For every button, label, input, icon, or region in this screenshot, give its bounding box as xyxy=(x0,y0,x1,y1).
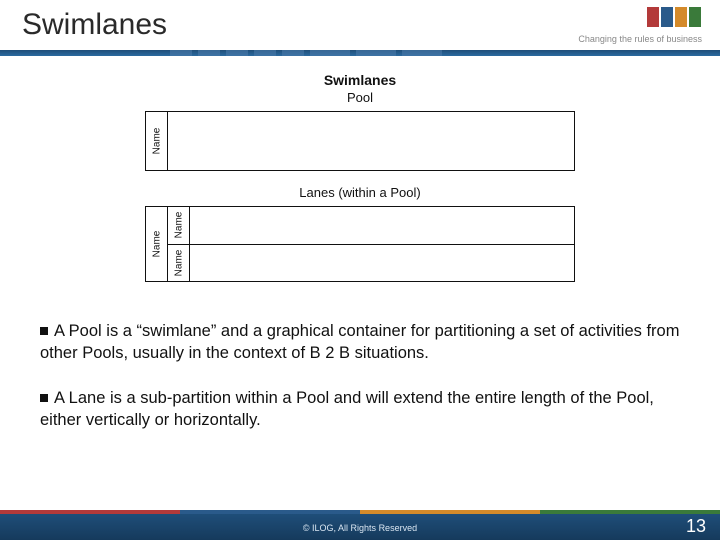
figure: Swimlanes Pool Name Lanes (within a Pool… xyxy=(0,72,720,282)
lane-label: Name xyxy=(173,249,184,276)
lane-label: Name xyxy=(173,212,184,239)
pool-label: Name xyxy=(151,128,162,155)
lane-cell xyxy=(190,245,574,282)
lanes-column: Name Name xyxy=(168,207,574,281)
bullet-icon xyxy=(40,327,48,335)
copyright: © ILOG, All Rights Reserved xyxy=(303,523,417,533)
body-text: A Pool is a “swimlane” and a graphical c… xyxy=(40,320,680,453)
paragraph: A Lane is a sub-partition within a Pool … xyxy=(40,387,680,432)
pool-body xyxy=(168,112,574,170)
slide-title: Swimlanes xyxy=(22,8,167,42)
figure-pool-caption: Pool xyxy=(0,90,720,105)
slide: Swimlanes Changing the rules of business… xyxy=(0,0,720,540)
lanes-outer-label: Name xyxy=(151,231,162,258)
bullet-icon xyxy=(40,394,48,402)
figure-lanes-caption: Lanes (within a Pool) xyxy=(0,185,720,200)
lane-head: Name xyxy=(168,207,190,244)
logo xyxy=(646,6,702,28)
paragraph-text: A Lane is a sub-partition within a Pool … xyxy=(40,389,654,429)
header-decoration xyxy=(170,50,590,56)
lane-cell xyxy=(190,207,574,244)
lanes-outer-head: Name xyxy=(146,207,168,281)
logo-tagline: Changing the rules of business xyxy=(578,34,702,44)
lane-row: Name xyxy=(168,244,574,282)
logo-icon xyxy=(646,6,702,28)
figure-title: Swimlanes xyxy=(0,72,720,88)
lane-row: Name xyxy=(168,207,574,244)
paragraph: A Pool is a “swimlane” and a graphical c… xyxy=(40,320,680,365)
pool-head: Name xyxy=(146,112,168,170)
header: Swimlanes Changing the rules of business xyxy=(0,0,720,68)
paragraph-text: A Pool is a “swimlane” and a graphical c… xyxy=(40,322,679,362)
lane-head: Name xyxy=(168,245,190,282)
page-number: 13 xyxy=(686,516,706,537)
lanes-diagram: Name Name Name xyxy=(145,206,575,282)
pool-diagram: Name xyxy=(145,111,575,171)
